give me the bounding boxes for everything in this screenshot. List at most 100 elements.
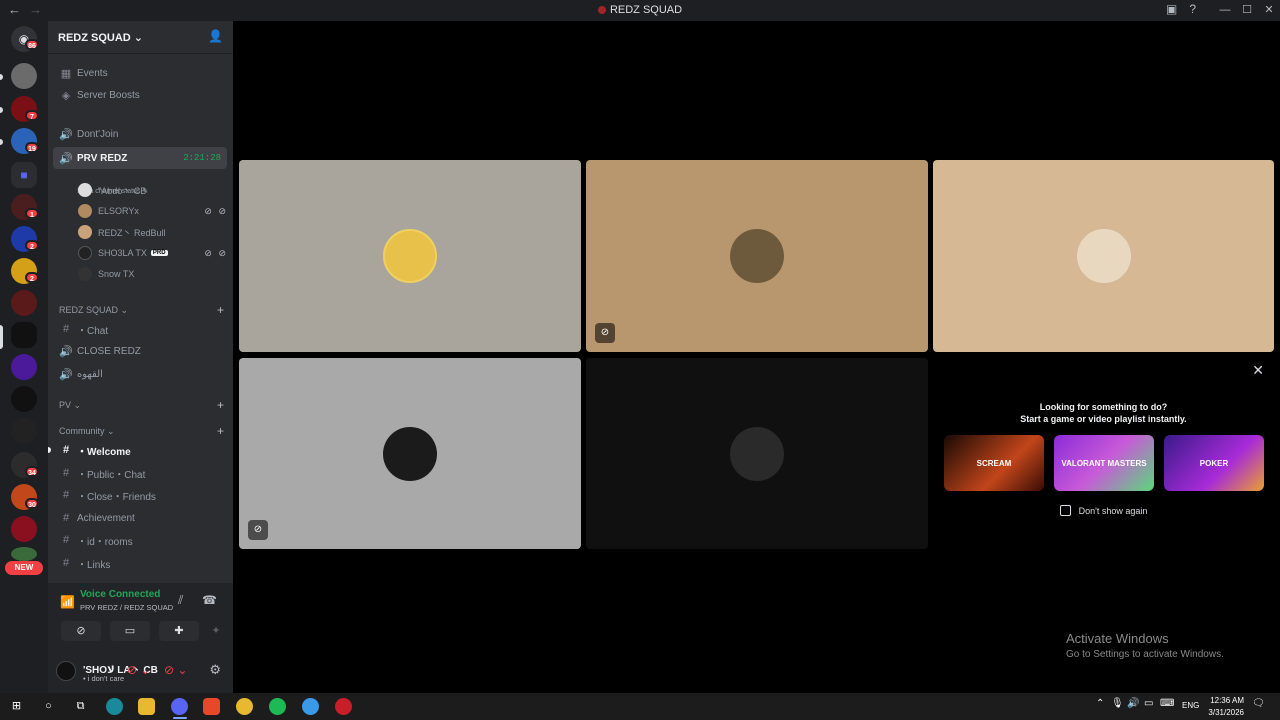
file-explorer-icon[interactable] [138,698,155,715]
add-channel-icon[interactable]: + [217,398,224,412]
edge-icon[interactable] [106,698,123,715]
disconnect-icon[interactable]: ☎ [202,593,217,607]
voice-channel-dont-join[interactable]: 🔊 Dont'Join [53,124,227,144]
speaker-icon: 🔊 [59,128,73,141]
clock[interactable]: 12:36 AM 3/31/2026 [1208,695,1244,719]
events-label: Events [77,67,108,79]
text-channel-chat[interactable]: # ・Chat [53,319,227,339]
active-indicator [173,717,187,719]
avatar [78,246,92,260]
voice-user[interactable]: ELSORYx ⊘ ⊘ [78,202,228,220]
notifications-icon[interactable]: 🗨 [1252,698,1265,709]
server-icon[interactable] [11,516,37,542]
activity-card[interactable]: VALORANT MASTERS [1054,435,1154,491]
server-icon[interactable] [11,386,37,412]
app-icon[interactable] [335,698,352,715]
channel-label: ・Welcome [77,446,131,458]
activities-button[interactable]: ✚ [159,621,199,641]
category-community[interactable]: Community ⌄ + [59,424,224,438]
spotify-icon[interactable] [269,698,286,715]
folder-icon[interactable]: ■ [11,162,37,188]
minimize-button[interactable]: — [1214,0,1236,21]
activity-subheading: Start a game or video playlist instantly… [1020,414,1187,424]
voice-user-name: Snow TX [98,269,135,279]
voice-user[interactable]: REDZ丶 RedBull [78,223,228,241]
text-channel-welcome[interactable]: # ・Welcome [53,440,227,460]
server-icon[interactable] [11,418,37,444]
brave-icon[interactable] [203,698,220,715]
add-channel-icon[interactable]: + [217,424,224,438]
close-window-button[interactable]: ✕ [1258,0,1280,21]
screen-share-button[interactable]: ▭ [110,621,150,641]
gear-icon[interactable]: ⚙ [209,662,221,678]
server-badge: 30 [25,498,39,509]
voice-channel-coffee[interactable]: 🔊 القهوه [53,364,227,384]
speaker-icon[interactable]: 🔊 [1127,698,1139,709]
checkbox[interactable] [1059,505,1071,516]
noise-suppression-icon[interactable]: ⫽ [178,593,183,608]
clock-time: 12:36 AM [1210,696,1244,705]
events-item[interactable]: ▦ Events [53,63,227,83]
video-tile[interactable] [933,160,1274,352]
category-label: PV [59,400,72,410]
close-icon[interactable]: ✕ [1252,362,1264,379]
video-tile[interactable] [586,358,928,549]
server-icon[interactable] [11,290,37,316]
add-member-icon[interactable]: 👤 [208,29,223,43]
redz-squad-server-icon[interactable] [11,322,37,348]
inbox-icon[interactable]: ▣ [1166,2,1177,16]
mic-muted-icon[interactable]: ⊘ ⌄ [127,663,150,677]
text-channel-close-friends[interactable]: # ・Close・Friends [53,485,227,505]
windows-start-icon[interactable]: ⊞ [8,698,25,715]
hash-icon: # [62,557,70,569]
avatar [383,426,437,481]
text-channel-public-chat[interactable]: # ・Public・Chat [53,463,227,483]
server-badge: 2 [25,272,39,283]
voice-channel-close-redz[interactable]: 🔊 CLOSE REDZ [53,341,227,361]
tray-chevron-icon[interactable]: ⌃ [1096,698,1104,709]
microphone-icon[interactable]: 🎙 [1111,698,1124,709]
maximize-button[interactable]: ☐ [1236,0,1258,21]
text-channel-achievement[interactable]: # Achievement [53,508,227,528]
signal-icon[interactable]: 📶 [60,595,75,609]
server-icon[interactable] [11,547,37,561]
dont-show-again[interactable]: Don't show again [933,505,1274,516]
taskbar: ⊞ ○ ⧉ ⌃ 🎙 🔊 ▭ ⌨ ENG 12:36 AM 3/31/2026 🗨 [0,693,1280,720]
voice-status[interactable]: Voice Connected [80,589,160,600]
help-icon[interactable]: ? [1189,2,1196,16]
deafen-icon[interactable]: ⊘ ⌄ [164,663,187,677]
add-channel-icon[interactable]: + [217,303,224,317]
activation-watermark: Activate Windows Go to Settings to activ… [1066,631,1224,660]
server-icon[interactable] [11,63,37,89]
soundboard-button[interactable]: ✦ [208,621,224,641]
server-boosts-item[interactable]: ◈ Server Boosts [53,85,227,105]
server-header[interactable]: REDZ SQUAD ⌄ 👤 [48,21,233,54]
video-tile[interactable]: ⊘ [586,160,928,352]
avatar [383,229,437,283]
video-tile[interactable] [239,160,581,352]
voice-user[interactable]: "Abdo丶 CB [78,181,228,199]
server-icon[interactable] [11,354,37,380]
server-name[interactable]: REDZ SQUAD ⌄ [58,31,143,44]
text-channel-links[interactable]: # ・Links [53,553,227,573]
video-tile[interactable]: ⊘ [239,358,581,549]
camera-button[interactable]: ⊘ [61,621,101,641]
chrome-icon[interactable] [236,698,253,715]
activity-card[interactable]: POKER [1164,435,1264,491]
language-indicator[interactable]: ENG [1182,701,1199,710]
voice-user[interactable]: SHO3LA TX PRD ⊘ ⊘ [78,244,228,262]
network-icon[interactable]: ▭ [1144,698,1153,709]
app-icon[interactable] [302,698,319,715]
avatar[interactable] [56,661,76,681]
activity-card[interactable]: SCREAM [944,435,1044,491]
voice-channel-prv-redz[interactable]: 🔊 PRV REDZ 2:21:28 [53,147,227,169]
task-view-icon[interactable]: ⧉ [72,698,89,715]
category-pv[interactable]: PV ⌄ + [59,398,224,412]
keyboard-icon[interactable]: ⌨ [1160,698,1174,709]
voice-user[interactable]: Snow TX [78,265,228,283]
watermark-subtitle: Go to Settings to activate Windows. [1066,649,1224,660]
discord-icon[interactable] [171,698,188,715]
text-channel-id-rooms[interactable]: # ・id・rooms [53,530,227,550]
search-icon[interactable]: ○ [40,698,57,715]
category-redz-squad[interactable]: REDZ SQUAD ⌄ + [59,303,224,317]
